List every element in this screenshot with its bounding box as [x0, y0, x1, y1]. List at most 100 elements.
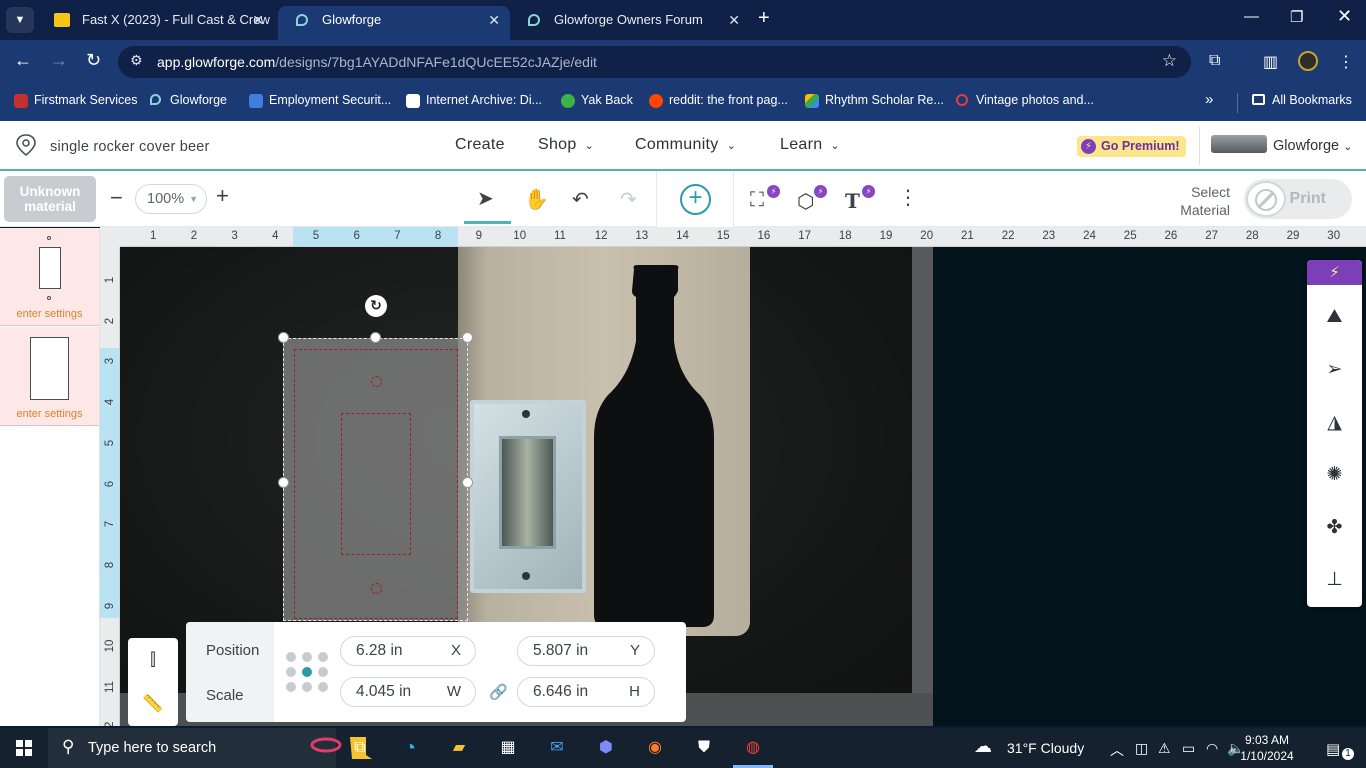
- forward-icon[interactable]: →: [50, 50, 68, 71]
- bookmark-reddit[interactable]: reddit: the front pag...: [649, 93, 788, 108]
- step-item[interactable]: enter settings: [0, 327, 99, 426]
- close-tab-icon[interactable]: ✕: [252, 6, 264, 34]
- link-aspect-icon[interactable]: 🔗: [489, 683, 508, 701]
- battery-icon[interactable]: ▭: [1182, 740, 1195, 757]
- meet-now-icon[interactable]: ◫: [1135, 740, 1148, 757]
- notifications-icon[interactable]: ▤: [1326, 740, 1340, 758]
- extensions-icon[interactable]: ⧉: [1209, 52, 1220, 70]
- all-bookmarks-folder[interactable]: All Bookmarks: [1252, 93, 1352, 107]
- site-info-icon[interactable]: ⚙: [130, 52, 143, 69]
- close-tab-icon[interactable]: ✕: [488, 6, 500, 34]
- task-view-icon[interactable]: ⧉: [346, 734, 374, 762]
- bookmark-firstmark[interactable]: Firstmark Services: [14, 93, 137, 108]
- select-arrow-icon[interactable]: ➤: [477, 186, 494, 211]
- back-icon[interactable]: ←: [14, 50, 32, 71]
- resize-handle-top-left[interactable]: [278, 332, 289, 343]
- resize-handle-right[interactable]: [462, 477, 473, 488]
- omnibox[interactable]: ⚙ app.glowforge.com/designs/7bg1AYADdNFA…: [118, 46, 1191, 78]
- nav-create[interactable]: Create: [455, 136, 505, 154]
- account-menu[interactable]: Glowforge ⌄: [1273, 138, 1352, 154]
- sparkle-burst-icon[interactable]: ✺: [1307, 463, 1362, 486]
- text-tool[interactable]: T ⚡: [845, 185, 875, 213]
- resize-handle-top[interactable]: [370, 332, 381, 343]
- puzzle-icon[interactable]: ✤: [1307, 516, 1362, 539]
- microsoft-store-icon[interactable]: ▦: [494, 734, 522, 762]
- tab-fast-x[interactable]: Fast X (2023) - Full Cast & Crew ✕: [38, 6, 274, 40]
- send-arrow-icon[interactable]: ➢: [1307, 358, 1362, 381]
- selected-design[interactable]: [283, 338, 468, 621]
- system-clock[interactable]: 9:03 AM 1/10/2024: [1228, 732, 1306, 764]
- step-settings-link[interactable]: enter settings: [0, 308, 99, 320]
- tray-chevron-icon[interactable]: ︿: [1110, 740, 1124, 760]
- magic-trace-tool[interactable]: ⛶ ⚡: [750, 185, 780, 211]
- anchor-dot[interactable]: [318, 652, 328, 662]
- add-artwork-icon[interactable]: +: [680, 184, 711, 215]
- tab-search-button[interactable]: ▼: [6, 7, 34, 33]
- warning-icon[interactable]: ⚠: [1158, 740, 1171, 757]
- minimize-icon[interactable]: —: [1244, 8, 1259, 25]
- step-item[interactable]: enter settings: [0, 228, 99, 326]
- new-tab-icon[interactable]: +: [758, 7, 770, 30]
- anchor-dot[interactable]: [318, 667, 328, 677]
- anchor-dot[interactable]: [302, 652, 312, 662]
- design-title[interactable]: single rocker cover beer: [50, 139, 210, 155]
- copilot-icon[interactable]: ⬢: [592, 734, 620, 762]
- nav-learn[interactable]: Learn ⌄: [780, 136, 840, 154]
- nav-shop[interactable]: Shop ⌄: [538, 136, 594, 154]
- tab-glowforge[interactable]: Glowforge ✕: [278, 6, 510, 40]
- resize-handle-left[interactable]: [278, 477, 289, 488]
- pan-hand-icon[interactable]: ✋: [524, 187, 549, 212]
- rotate-handle-icon[interactable]: ↻: [365, 295, 387, 317]
- side-panel-icon[interactable]: ▥: [1263, 52, 1278, 72]
- undo-icon[interactable]: ↶: [572, 187, 589, 212]
- wifi-icon[interactable]: ◠: [1206, 740, 1218, 757]
- anchor-dot-selected[interactable]: [302, 667, 312, 677]
- resize-handle-top-right[interactable]: [462, 332, 473, 343]
- bookmark-vintage-photos[interactable]: Vintage photos and...: [956, 93, 1094, 107]
- firefox-icon[interactable]: ◉: [641, 734, 669, 762]
- anchor-dot[interactable]: [286, 682, 296, 692]
- mail-icon[interactable]: ✉: [543, 734, 571, 762]
- weather-cloud-icon[interactable]: ☁: [974, 736, 992, 757]
- shapes-tool[interactable]: ⬡ ⚡: [797, 185, 827, 213]
- reload-icon[interactable]: ↻: [86, 50, 101, 71]
- chrome-icon[interactable]: ◍: [739, 734, 767, 762]
- bookmark-glowforge[interactable]: Glowforge: [150, 93, 227, 107]
- zoom-in-icon[interactable]: +: [216, 183, 229, 209]
- url-text[interactable]: app.glowforge.com/designs/7bg1AYADdNFAFe…: [157, 54, 597, 70]
- mountain-image-icon[interactable]: ⛰: [1307, 306, 1362, 328]
- anchor-dot[interactable]: [318, 682, 328, 692]
- browser-menu-icon[interactable]: ⋮: [1338, 52, 1354, 72]
- restore-icon[interactable]: ❐: [1290, 8, 1303, 26]
- redo-icon[interactable]: ↷: [620, 187, 637, 212]
- more-bookmarks-icon[interactable]: »: [1205, 91, 1213, 108]
- profile-avatar[interactable]: [1298, 51, 1318, 71]
- edge-browser-icon[interactable]: ◔: [396, 734, 424, 762]
- taskbar-search[interactable]: ⚲ Type here to search: [48, 728, 372, 768]
- anchor-dot[interactable]: [286, 652, 296, 662]
- scale-width-field[interactable]: 4.045 in W: [340, 677, 476, 707]
- zoom-out-icon[interactable]: −: [110, 185, 123, 211]
- align-icon[interactable]: ⫿: [128, 650, 178, 670]
- bookmark-employment[interactable]: Employment Securit...: [249, 93, 391, 108]
- scale-height-field[interactable]: 6.646 in H: [517, 677, 655, 707]
- more-options-icon[interactable]: ⋮: [898, 185, 918, 210]
- location-pin-icon[interactable]: [15, 133, 37, 157]
- material-button[interactable]: Unknown material: [4, 176, 96, 222]
- close-tab-icon[interactable]: ✕: [728, 6, 740, 34]
- anchor-dot[interactable]: [302, 682, 312, 692]
- windows-start-icon[interactable]: [16, 740, 32, 756]
- nav-community[interactable]: Community ⌄: [635, 136, 736, 154]
- step-settings-link[interactable]: enter settings: [0, 408, 99, 420]
- weather-text[interactable]: 31°F Cloudy: [1007, 740, 1084, 756]
- anchor-point-grid[interactable]: [286, 650, 330, 698]
- bookmark-rhythm-scholar[interactable]: Rhythm Scholar Re...: [805, 93, 944, 108]
- printer-image[interactable]: [1211, 135, 1267, 153]
- zoom-select[interactable]: 100% ▼: [135, 184, 207, 214]
- position-y-field[interactable]: 5.807 in Y: [517, 636, 655, 666]
- tab-glowforge-forum[interactable]: Glowforge Owners Forum ✕: [510, 6, 750, 40]
- app-icon[interactable]: ⛊: [690, 734, 718, 762]
- file-explorer-icon[interactable]: ▰: [445, 734, 473, 762]
- close-window-icon[interactable]: ✕: [1337, 6, 1352, 27]
- bookmark-star-icon[interactable]: ☆: [1162, 51, 1177, 71]
